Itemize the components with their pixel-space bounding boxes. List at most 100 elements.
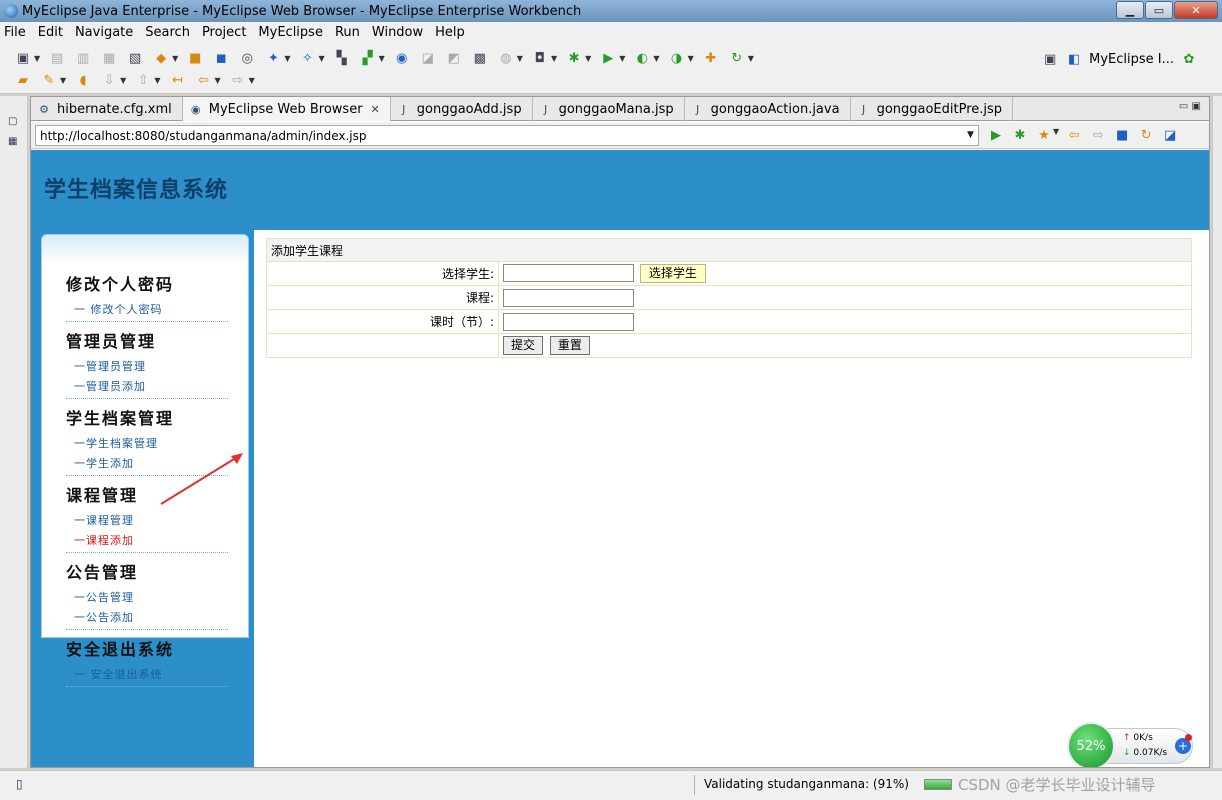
package-explorer-icon[interactable]: ▦: [8, 136, 20, 148]
close-window-button[interactable]: ✕: [1174, 1, 1218, 19]
open-resource-icon[interactable]: ◩: [445, 50, 463, 66]
menu-window[interactable]: Window: [372, 25, 423, 40]
maximize-button[interactable]: ▭: [1145, 1, 1173, 19]
debug-icon[interactable]: ✱: [565, 50, 583, 66]
menu-myeclipse[interactable]: MyEclipse: [258, 25, 323, 40]
nav-link-student-manage[interactable]: 一学生档案管理: [74, 435, 228, 451]
nav-link-change-password[interactable]: 一 修改个人密码: [74, 301, 228, 317]
reset-button[interactable]: 重置: [549, 336, 590, 355]
nav-link-notice-add[interactable]: 一公告添加: [74, 609, 228, 625]
chevron-down-icon[interactable]: ▼: [318, 54, 324, 63]
menu-help[interactable]: Help: [435, 25, 465, 40]
nav-link-notice-manage[interactable]: 一公告管理: [74, 589, 228, 605]
marker-icon[interactable]: ◖: [74, 72, 92, 88]
student-input[interactable]: [503, 264, 634, 282]
package-icon[interactable]: ■: [186, 50, 204, 66]
perspective-switcher[interactable]: ▣ ◧ MyEclipse I... ✿: [1041, 51, 1198, 67]
browser-back-icon[interactable]: ⇦: [1065, 127, 1083, 143]
chevron-down-icon[interactable]: ▼: [60, 76, 66, 85]
restore-view-icon[interactable]: ▢: [8, 116, 20, 128]
editor-minmax-icon[interactable]: ▭ ▣: [1179, 101, 1201, 112]
nav-link-logout[interactable]: 一 安全退出系统: [74, 666, 228, 682]
chevron-down-icon[interactable]: ▼: [653, 54, 659, 63]
chevron-down-icon[interactable]: ▼: [120, 76, 126, 85]
url-input[interactable]: [35, 125, 979, 146]
external-tools-icon[interactable]: ◑: [668, 50, 686, 66]
chevron-down-icon[interactable]: ▼: [551, 54, 557, 63]
course-input[interactable]: [503, 288, 634, 307]
server-run-icon[interactable]: ▞: [359, 50, 377, 66]
refresh-icon[interactable]: ↻: [728, 50, 746, 66]
chevron-down-icon[interactable]: ▼: [34, 54, 40, 63]
deploy-icon[interactable]: ✦: [264, 50, 282, 66]
chevron-down-icon[interactable]: ▼: [379, 54, 385, 63]
minimize-button[interactable]: ▁: [1116, 1, 1144, 19]
network-speed-widget[interactable]: 52% ↑ 0K/s ↓ 0.07K/s +: [1067, 722, 1197, 767]
hours-input[interactable]: [503, 312, 634, 331]
go-icon[interactable]: ▶: [987, 127, 1005, 143]
menu-navigate[interactable]: Navigate: [75, 25, 133, 40]
chevron-down-icon[interactable]: ▼: [284, 54, 290, 63]
tab-gonggaoadd-jsp[interactable]: J gonggaoAdd.jsp: [391, 97, 533, 121]
cube-icon[interactable]: ◼: [212, 50, 230, 66]
nav-link-course-add[interactable]: 一课程添加: [74, 532, 228, 548]
open-folder-icon[interactable]: ▰: [14, 72, 32, 88]
tab-hibernate-cfg[interactable]: ⚙ hibernate.cfg.xml: [31, 97, 183, 121]
save-icon[interactable]: ▤: [48, 50, 66, 66]
server-icon[interactable]: ▧: [126, 50, 144, 66]
new-project-icon[interactable]: ◆: [152, 50, 170, 66]
prev-annotation-icon[interactable]: ⇧: [134, 72, 152, 88]
chevron-down-icon[interactable]: ▼: [517, 54, 523, 63]
globe-icon[interactable]: ◉: [393, 50, 411, 66]
chevron-down-icon[interactable]: ▼: [214, 76, 220, 85]
submit-button[interactable]: 提交: [503, 336, 544, 355]
tab-gonggaoeditpre-jsp[interactable]: J gonggaoEditPre.jsp: [851, 97, 1014, 121]
nav-link-admin-manage[interactable]: 一管理员管理: [74, 358, 228, 374]
chevron-down-icon[interactable]: ▼: [688, 54, 694, 63]
save-all-icon[interactable]: ▥: [74, 50, 92, 66]
close-tab-icon[interactable]: ✕: [371, 103, 380, 116]
find-icon[interactable]: ✧: [298, 50, 316, 66]
menu-search[interactable]: Search: [145, 25, 190, 40]
print-icon[interactable]: ▦: [100, 50, 118, 66]
new-icon[interactable]: ▣: [14, 50, 32, 66]
favorites-icon[interactable]: ★: [1035, 127, 1053, 143]
run-config-icon[interactable]: ◐: [633, 50, 651, 66]
open-perspective-icon[interactable]: ▣: [1041, 51, 1059, 67]
tab-gonggaoaction-java[interactable]: J gonggaoAction.java: [685, 97, 851, 121]
server-start-icon[interactable]: ▚: [333, 50, 351, 66]
task-icon[interactable]: ▩: [471, 50, 489, 66]
tab-web-browser[interactable]: ◉ MyEclipse Web Browser ✕: [182, 97, 391, 121]
open-type-icon[interactable]: ◪: [419, 50, 437, 66]
chevron-down-icon[interactable]: ▼: [172, 54, 178, 63]
debug-page-icon[interactable]: ✱: [1011, 127, 1029, 143]
chevron-down-icon[interactable]: ▼: [585, 54, 591, 63]
menu-file[interactable]: File: [4, 25, 26, 40]
fast-view-icon[interactable]: ▯: [16, 777, 23, 791]
select-student-button[interactable]: 选择学生: [639, 264, 706, 283]
pen-icon[interactable]: ✎: [40, 72, 58, 88]
chevron-down-icon[interactable]: ▼: [748, 54, 754, 63]
menu-project[interactable]: Project: [202, 25, 246, 40]
hibernate-icon[interactable]: ◎: [238, 50, 256, 66]
chevron-down-icon[interactable]: ▼: [1053, 127, 1059, 143]
chevron-down-icon[interactable]: ▼: [154, 76, 160, 85]
new-class-icon[interactable]: ✚: [702, 50, 720, 66]
next-annotation-icon[interactable]: ⇩: [100, 72, 118, 88]
chevron-down-icon[interactable]: ▼: [249, 76, 255, 85]
chevron-down-icon[interactable]: ▼: [619, 54, 625, 63]
nav-link-course-manage[interactable]: 一课程管理: [74, 512, 228, 528]
browser-forward-icon[interactable]: ⇨: [1089, 127, 1107, 143]
last-edit-icon[interactable]: ↤: [168, 72, 186, 88]
stop-icon[interactable]: ■: [1113, 127, 1131, 143]
nav-link-admin-add[interactable]: 一管理员添加: [74, 378, 228, 394]
url-history-chevron-icon[interactable]: ▼: [967, 130, 974, 140]
browser-refresh-icon[interactable]: ↻: [1137, 127, 1155, 143]
java-perspective-icon[interactable]: ✿: [1180, 51, 1198, 67]
run-icon[interactable]: ▶: [599, 50, 617, 66]
back-icon[interactable]: ⇦: [194, 72, 212, 88]
progress-indicator[interactable]: [924, 779, 952, 790]
web-icon[interactable]: ◍: [497, 50, 515, 66]
forward-icon[interactable]: ⇨: [229, 72, 247, 88]
menu-edit[interactable]: Edit: [38, 25, 63, 40]
